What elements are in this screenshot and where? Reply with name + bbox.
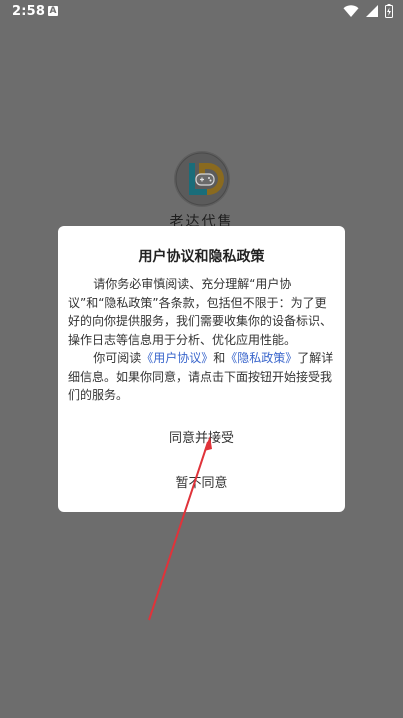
dialog-title: 用户协议和隐私政策	[138, 249, 265, 265]
agree-button[interactable]: 同意并接受	[58, 427, 345, 446]
status-time: 2:58	[12, 4, 46, 19]
gamepad-logo-icon	[174, 151, 230, 207]
app-logo-graphic	[175, 152, 229, 206]
battery-icon	[385, 4, 393, 18]
status-bar: 2:58 A	[0, 0, 403, 24]
privacy-policy-link[interactable]: 《隐私政策》	[225, 351, 297, 365]
screen: 2:58 A 老达代售 用户协议和隐私政策 请你务必审慎阅读、充分理解“用户协议…	[0, 0, 403, 718]
paragraph-2-and: 和	[213, 351, 226, 365]
status-icons	[343, 4, 393, 18]
privacy-dialog: 用户协议和隐私政策 请你务必审慎阅读、充分理解“用户协议”和“隐私政策”各条款，…	[58, 226, 345, 512]
dialog-paragraph-1: 请你务必审慎阅读、充分理解“用户协议”和“隐私政策”各条款，包括但不限于：为了更…	[68, 277, 333, 347]
dialog-paragraph-2: 你可阅读《用户协议》和《隐私政策》了解详细信息。如果你同意，请点击下面按钮开始接…	[68, 349, 336, 405]
user-agreement-link[interactable]: 《用户协议》	[141, 351, 213, 365]
decline-button[interactable]: 暂不同意	[58, 472, 345, 491]
signal-icon	[366, 5, 378, 17]
wifi-icon	[343, 5, 359, 17]
dialog-body: 请你务必审慎阅读、充分理解“用户协议”和“隐私政策”各条款，包括但不限于：为了更…	[68, 275, 336, 405]
paragraph-2-prefix: 你可阅读	[93, 351, 142, 365]
notification-app-icon: A	[48, 6, 58, 16]
